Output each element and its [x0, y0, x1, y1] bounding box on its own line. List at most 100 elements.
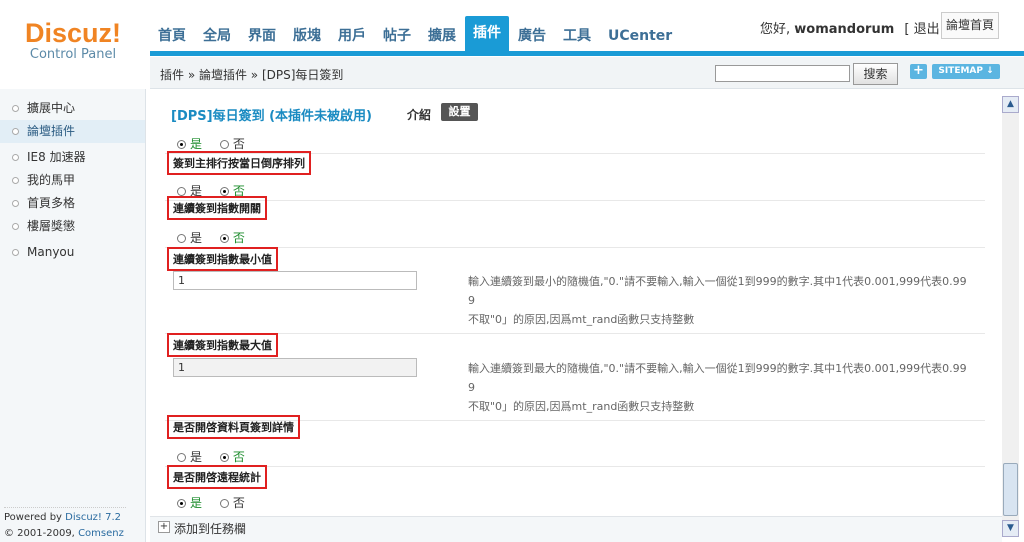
- radio-yes[interactable]: [177, 453, 186, 462]
- sidebar-item-homepage-grid[interactable]: 首頁多格: [0, 192, 145, 215]
- tab-posts[interactable]: 帖子: [375, 16, 419, 50]
- page-title: [DPS]每日簽到 (本插件未被啟用): [171, 109, 372, 124]
- tab-users[interactable]: 用戶: [330, 16, 374, 50]
- streak-max-input[interactable]: 1: [173, 358, 417, 377]
- radio-no[interactable]: [219, 140, 229, 149]
- bullet-icon: [12, 154, 19, 161]
- radio-no-label: 否: [232, 137, 245, 151]
- radio-no-label: 否: [232, 450, 245, 464]
- radio-yes-label: 是: [190, 231, 203, 245]
- radio-yes[interactable]: [177, 187, 186, 196]
- help-line: 9: [468, 294, 475, 307]
- radio-no-label: 否: [232, 496, 245, 510]
- tab-ads[interactable]: 廣告: [510, 16, 554, 50]
- sidebar-item-label: 樓層獎懲: [27, 219, 76, 233]
- radio-no-label: 否: [232, 231, 245, 245]
- bullet-icon: [12, 177, 19, 184]
- radio-no[interactable]: [219, 499, 229, 508]
- vertical-scrollbar[interactable]: ▲ ▼: [1002, 96, 1019, 537]
- divider: [165, 247, 985, 248]
- username: womandorum: [794, 22, 895, 37]
- radio-yes-label: 是: [190, 450, 203, 464]
- sidebar-item-label: IE8 加速器: [27, 150, 86, 164]
- radio-yes[interactable]: [177, 140, 186, 149]
- powered-prefix: Powered by: [4, 512, 62, 523]
- help-line: 輸入連續簽到最大的隨機值,"0."請不要輸入,輸入一個從1到999的數字.其中1…: [468, 362, 967, 375]
- radio-yes-label: 是: [190, 496, 203, 510]
- sidebar-item-manyou[interactable]: Manyou: [0, 241, 145, 264]
- user-info: 您好, womandorum [ 退出 ]: [760, 18, 949, 37]
- scroll-thumb[interactable]: [1003, 463, 1018, 516]
- add-to-taskbar-link[interactable]: 添加到任務欄: [174, 520, 246, 537]
- logo-text: Discuz!: [24, 18, 122, 48]
- add-task-icon[interactable]: +: [158, 521, 170, 533]
- app-window: Discuz! Control Panel 首頁 全局 界面 版塊 用戶 帖子 …: [0, 0, 1024, 542]
- sitemap-button[interactable]: SITEMAP ↓: [932, 64, 1000, 79]
- bullet-icon: [12, 249, 19, 256]
- tab-ucenter[interactable]: UCenter: [600, 16, 680, 50]
- copyright-prefix: © 2001-2009,: [4, 528, 75, 539]
- logo[interactable]: Discuz! Control Panel: [0, 0, 146, 84]
- bullet-icon: [12, 128, 19, 135]
- sidebar-item-floor-rewards[interactable]: 樓層獎懲: [0, 215, 145, 238]
- setting-label-streak-min: 連續簽到指數最小值: [167, 247, 278, 271]
- radio-no[interactable]: [219, 453, 229, 462]
- radio-no[interactable]: [219, 234, 229, 243]
- sidebar: 擴展中心 論壇插件 IE8 加速器 我的馬甲 首頁多格 樓層獎懲 Manyou …: [0, 89, 146, 542]
- footer-bar: + 添加到任務欄: [150, 516, 1002, 542]
- setting-label-streak-switch: 連續簽到指數開關: [167, 196, 267, 220]
- setting-streak-switch-radio: 是 否: [177, 229, 259, 246]
- main-nav: 首頁 全局 界面 版塊 用戶 帖子 擴展 插件 廣告 工具 UCenter: [150, 16, 681, 56]
- sidebar-item-label: 我的馬甲: [27, 173, 76, 187]
- scroll-down-arrow-icon[interactable]: ▼: [1002, 520, 1019, 537]
- intro-link[interactable]: 介紹: [407, 106, 431, 123]
- help-line: 不取"0」的原因,因爲mt_rand函數只支持整數: [468, 313, 695, 326]
- sidebar-item-ie8-accelerator[interactable]: IE8 加速器: [0, 146, 145, 169]
- header: Discuz! Control Panel 首頁 全局 界面 版塊 用戶 帖子 …: [0, 0, 1024, 62]
- sidebar-item-label: Manyou: [27, 245, 75, 259]
- tab-interface[interactable]: 界面: [240, 16, 284, 50]
- sidebar-item-label: 擴展中心: [27, 101, 76, 115]
- streak-min-input[interactable]: 1: [173, 271, 417, 290]
- tab-plugins[interactable]: 插件: [465, 16, 509, 56]
- search-input[interactable]: [715, 65, 850, 82]
- help-line: 輸入連續簽到最小的隨機值,"0."請不要輸入,輸入一個從1到999的數字.其中1…: [468, 275, 967, 288]
- sidebar-item-forum-plugins[interactable]: 論壇插件: [0, 120, 145, 143]
- streak-min-help: 輸入連續簽到最小的隨機值,"0."請不要輸入,輸入一個從1到999的數字.其中1…: [468, 272, 978, 329]
- radio-no[interactable]: [219, 187, 229, 196]
- setting-label-sort-desc: 簽到主排行按當日倒序排列: [167, 151, 311, 175]
- help-line: 不取"0」的原因,因爲mt_rand函數只支持整數: [468, 400, 695, 413]
- tab-tools[interactable]: 工具: [555, 16, 599, 50]
- tab-forums[interactable]: 版塊: [285, 16, 329, 50]
- scroll-up-arrow-icon[interactable]: ▲: [1002, 96, 1019, 113]
- add-shortcut-button[interactable]: +: [910, 64, 927, 79]
- setting-profile-detail-radio: 是 否: [177, 448, 259, 465]
- streak-max-help: 輸入連續簽到最大的隨機值,"0."請不要輸入,輸入一個從1到999的數字.其中1…: [468, 359, 978, 416]
- bullet-icon: [12, 200, 19, 207]
- nav-underline: [150, 51, 1024, 56]
- search-button[interactable]: 搜索: [853, 63, 898, 85]
- setting-label-profile-detail: 是否開啓資料頁簽到詳情: [167, 415, 300, 439]
- discuz-link[interactable]: Discuz! 7.2: [65, 512, 121, 523]
- logo-subtext: Control Panel: [29, 47, 117, 62]
- setting-label-streak-max: 連續簽到指數最大值: [167, 333, 278, 357]
- sidebar-item-extension-center[interactable]: 擴展中心: [0, 97, 145, 120]
- tab-home[interactable]: 首頁: [150, 16, 194, 50]
- sidebar-item-label: 論壇插件: [27, 124, 76, 138]
- sidebar-item-label: 首頁多格: [27, 196, 76, 210]
- sidebar-item-my-vest[interactable]: 我的馬甲: [0, 169, 145, 192]
- powered-by: Powered by Discuz! 7.2 © 2001-2009, Coms…: [4, 507, 126, 542]
- settings-button[interactable]: 設置: [441, 103, 478, 121]
- divider: [165, 466, 985, 467]
- radio-yes[interactable]: [177, 499, 186, 508]
- tab-extensions[interactable]: 擴展: [420, 16, 464, 50]
- radio-yes[interactable]: [177, 234, 186, 243]
- greeting: 您好,: [760, 22, 791, 37]
- breadcrumb-bar: 插件 » 論壇插件 » [DPS]每日簽到 搜索 + SITEMAP ↓: [150, 57, 1024, 89]
- bullet-icon: [12, 105, 19, 112]
- bullet-icon: [12, 223, 19, 230]
- tab-global[interactable]: 全局: [195, 16, 239, 50]
- forum-home-button[interactable]: 論壇首頁: [941, 12, 999, 39]
- divider: [165, 333, 985, 334]
- main-content: [DPS]每日簽到 (本插件未被啟用) 介紹 設置 是 否 簽到主排行按當日倒序…: [150, 89, 1002, 516]
